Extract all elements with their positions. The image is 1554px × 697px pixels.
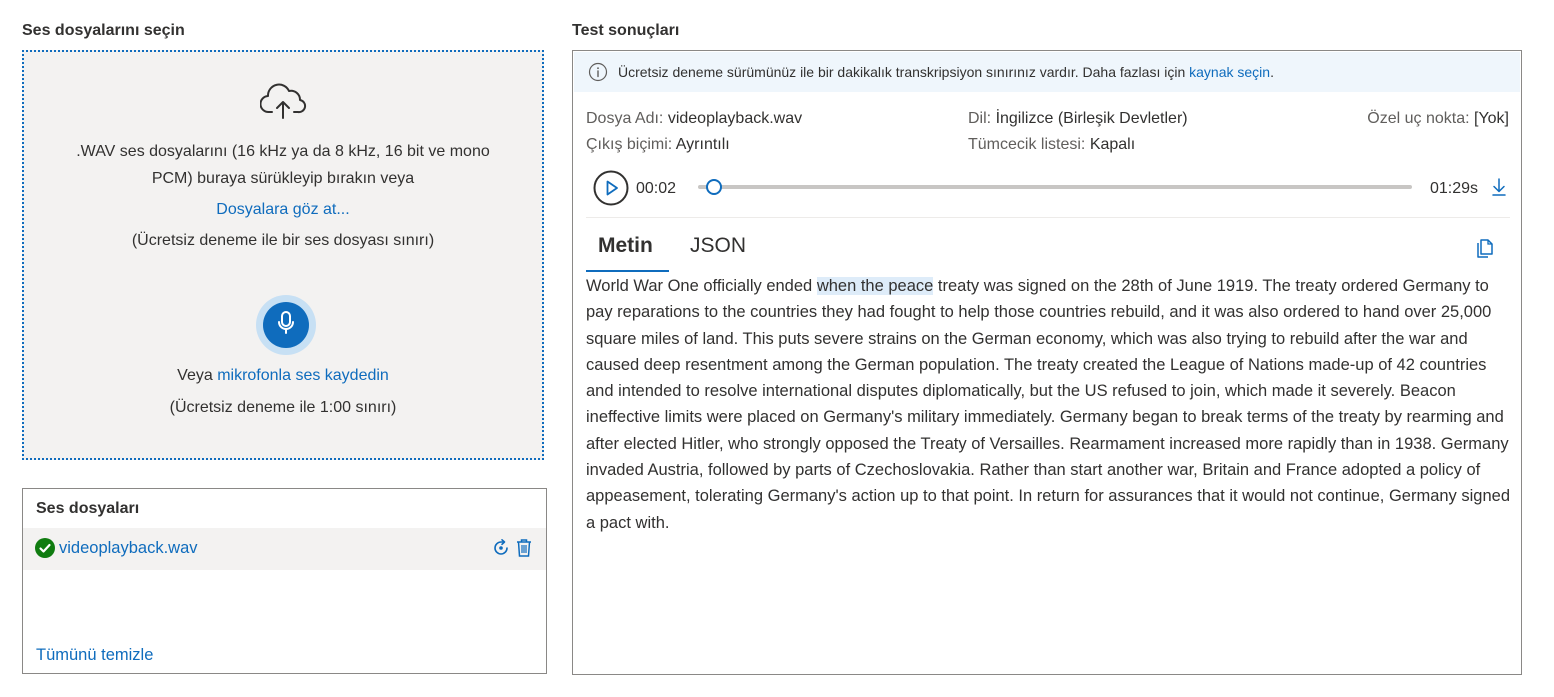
phrase-list-value: Kapalı <box>1089 136 1136 153</box>
tab-json[interactable]: JSON <box>690 234 746 258</box>
transcript-highlighted-word: when the peace <box>816 277 934 295</box>
trial-info-text: Ücretsiz deneme sürümünüz ile bir dakika… <box>618 64 1190 80</box>
transcript-start: World War One officially ended <box>586 277 817 295</box>
test-results-panel: Ücretsiz deneme sürümünüz ile bir dakika… <box>572 50 1522 675</box>
transcript-text: World War One officially ended when the … <box>586 273 1511 536</box>
meta-phrase-list: Tümcecik listesi: Kapalı <box>968 136 1135 154</box>
clear-all-link[interactable]: Tümünü temizle <box>36 646 153 665</box>
language-value: İngilizce (Birleşik Devletler) <box>995 110 1188 127</box>
transcript-rest: treaty was signed on the 28th of June 19… <box>586 277 1511 532</box>
meta-endpoint: Özel uç nokta: [Yok] <box>1367 110 1509 128</box>
active-tab-indicator <box>586 270 669 272</box>
trial-info-bar: Ücretsiz deneme sürümünüz ile bir dakika… <box>574 52 1520 92</box>
file-name-label: Dosya Adı: <box>586 110 664 127</box>
select-resource-link[interactable]: kaynak seçin <box>1189 64 1270 80</box>
seek-thumb[interactable] <box>705 179 722 195</box>
output-format-value: Ayrıntılı <box>675 136 730 153</box>
retry-icon[interactable] <box>491 538 511 563</box>
checkmark-circle-icon <box>35 538 55 563</box>
trial-info-suffix: . <box>1270 64 1274 80</box>
record-mic-link[interactable]: mikrofonla ses kaydedin <box>217 367 389 384</box>
cloud-upload-icon <box>259 82 308 127</box>
audio-files-title: Ses dosyaları <box>36 500 140 517</box>
duration: 01:29s <box>1430 180 1479 197</box>
meta-file: Dosya Adı: videoplayback.wav <box>586 110 802 128</box>
copy-icon[interactable] <box>1474 237 1494 264</box>
upload-instructions-line2: PCM) buraya sürükleyip bırakın veya <box>151 170 415 187</box>
test-results-title: Test sonuçları <box>572 22 680 39</box>
upload-instructions-line1: .WAV ses dosyalarını (16 kHz ya da 8 kHz… <box>76 143 490 160</box>
endpoint-label: Özel uç nokta: <box>1367 110 1470 127</box>
mic-limit-note: (Ücretsiz deneme ile 1:00 sınırı) <box>169 399 397 416</box>
current-time: 00:02 <box>636 180 677 197</box>
file-name-value: videoplayback.wav <box>667 110 803 127</box>
audio-drop-zone[interactable]: .WAV ses dosyalarını (16 kHz ya da 8 kHz… <box>22 50 544 460</box>
microphone-icon <box>276 310 296 341</box>
divider <box>586 217 1510 218</box>
record-mic-button[interactable] <box>263 302 309 348</box>
endpoint-value: [Yok] <box>1474 110 1509 127</box>
mic-button-ring <box>256 295 316 355</box>
play-icon <box>593 170 629 210</box>
language-label: Dil: <box>968 110 992 127</box>
seek-bar[interactable] <box>698 179 1412 195</box>
file-limit-note: (Ücretsiz deneme ile bir ses dosyası sın… <box>131 232 435 249</box>
select-audio-title: Ses dosyalarını seçin <box>22 22 185 39</box>
phrase-list-label: Tümcecik listesi: <box>968 136 1086 153</box>
meta-format: Çıkış biçimi: Ayrıntılı <box>586 136 730 154</box>
info-icon <box>588 62 608 82</box>
output-format-label: Çıkış biçimi: <box>586 136 673 153</box>
play-button[interactable] <box>593 170 629 211</box>
audio-files-panel: Ses dosyaları videoplayback.wav Tümünü t… <box>22 488 547 674</box>
download-icon[interactable] <box>1491 177 1507 202</box>
meta-language: Dil: İngilizce (Birleşik Devletler) <box>968 110 1188 128</box>
browse-files-link[interactable]: Dosyalara göz at... <box>216 201 349 218</box>
file-name-link[interactable]: videoplayback.wav <box>59 539 198 558</box>
tab-text[interactable]: Metin <box>598 234 653 258</box>
trash-icon[interactable] <box>515 538 533 563</box>
file-row[interactable]: videoplayback.wav <box>23 528 546 570</box>
mic-prefix: Veya <box>177 367 218 384</box>
